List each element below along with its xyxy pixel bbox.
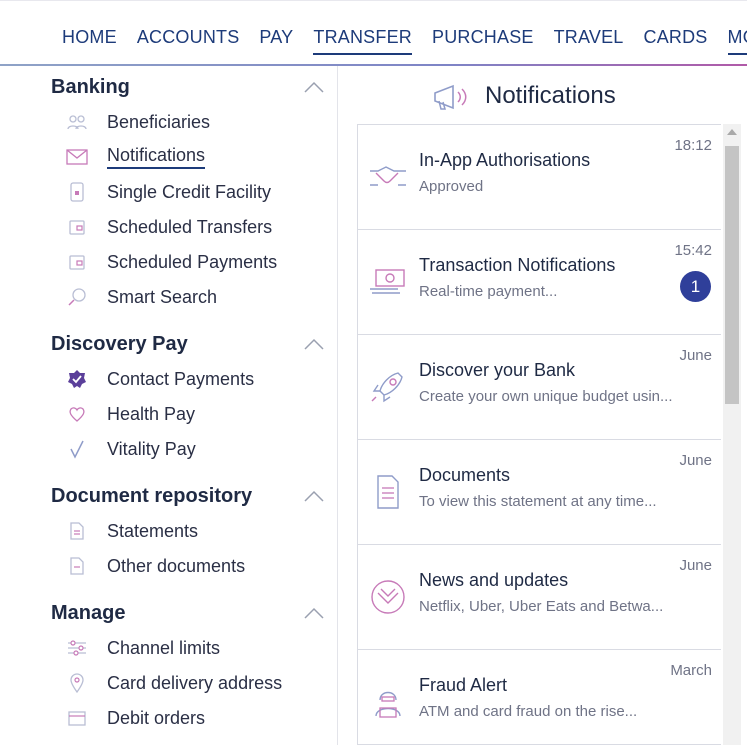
nav-bar: HOME ACCOUNTS PAY TRANSFER PURCHASE TRAV… [62, 27, 747, 55]
document-icon [64, 555, 90, 577]
sidebar-item-label: Other documents [107, 555, 246, 576]
sidebar-item-debit-orders[interactable]: Debit orders [64, 704, 205, 732]
sidebar-item-label: Health Pay [107, 403, 196, 424]
sidebar-item-label: Vitality Pay [107, 438, 196, 459]
sidebar-item-card-delivery-address[interactable]: Card delivery address [64, 669, 282, 697]
notification-title: Transaction Notifications [419, 255, 616, 275]
notification-time: March [670, 662, 712, 679]
nav-purchase[interactable]: PURCHASE [432, 27, 534, 54]
notification-subtitle: Create your own unique budget usin... [419, 388, 673, 405]
notification-title: Fraud Alert [419, 675, 508, 695]
notification-subtitle: Approved [419, 178, 484, 195]
notification-time: June [679, 557, 712, 574]
top-navigation: HOME ACCOUNTS PAY TRANSFER PURCHASE TRAV… [0, 0, 747, 66]
section-title-manage: Manage [51, 602, 126, 624]
notifications-panel: Notifications In-App Authorisations Appr… [339, 66, 747, 745]
chevron-up-icon[interactable] [304, 607, 324, 619]
document-icon [377, 475, 399, 509]
notification-subtitle: ATM and card fraud on the rise... [419, 703, 638, 720]
notification-card-news-and-updates[interactable]: News and updates Netflix, Uber, Uber Eat… [358, 545, 721, 650]
wallet-icon [64, 251, 90, 273]
sidebar-item-single-credit-facility[interactable]: Single Credit Facility [64, 178, 271, 206]
unread-count-badge: 1 [680, 271, 711, 302]
sidebar-item-label: Statements [107, 520, 199, 541]
sidebar-item-label: Beneficiaries [107, 111, 211, 132]
sidebar-item-channel-limits[interactable]: Channel limits [64, 634, 220, 662]
sidebar-item-vitality-pay[interactable]: Vitality Pay [64, 435, 196, 463]
sidebar-item-label: Channel limits [107, 637, 221, 658]
notification-time: 18:12 [674, 137, 712, 154]
notification-card-fraud-alert[interactable]: Fraud Alert ATM and card fraud on the ri… [358, 650, 721, 744]
notification-list: In-App Authorisations Approved 18:12 Tra… [357, 124, 721, 745]
megaphone-icon [434, 84, 467, 110]
nav-travel[interactable]: TRAVEL [554, 27, 624, 54]
vitality-check-icon [64, 438, 90, 460]
notification-card-in-app-authorisations[interactable]: In-App Authorisations Approved 18:12 [358, 125, 721, 230]
sidebar-item-label: Card delivery address [107, 672, 283, 693]
badge-check-icon [64, 368, 90, 390]
chevron-up-icon[interactable] [304, 81, 324, 93]
statement-icon [64, 520, 90, 542]
nav-cards[interactable]: CARDS [644, 27, 708, 54]
wallet-icon [64, 216, 90, 238]
notification-time: June [679, 452, 712, 469]
nav-transfer[interactable]: TRANSFER [313, 27, 412, 55]
sidebar-item-label: Scheduled Payments [107, 251, 278, 272]
notification-title: Discover your Bank [419, 360, 576, 380]
chevron-up-icon[interactable] [304, 338, 324, 350]
sidebar-item-label: Debit orders [107, 707, 206, 728]
scroll-up-arrow-icon[interactable] [727, 129, 737, 135]
section-title-banking: Banking [51, 76, 130, 98]
sidebar-item-label: Notifications [107, 145, 206, 169]
section-title-document-repository: Document repository [51, 485, 253, 507]
notification-subtitle: Real-time payment... [419, 283, 558, 300]
sidebar-item-beneficiaries[interactable]: Beneficiaries [64, 108, 210, 136]
heart-icon [64, 403, 90, 425]
sidebar-item-contact-payments[interactable]: Contact Payments [64, 365, 254, 393]
notification-title: Documents [419, 465, 511, 485]
notification-subtitle: To view this statement at any time... [419, 493, 657, 510]
rocket-icon [371, 372, 403, 403]
search-icon [64, 286, 90, 308]
sidebar-item-smart-search[interactable]: Smart Search [64, 283, 217, 311]
sidebar-item-statements[interactable]: Statements [64, 517, 198, 545]
nav-pay[interactable]: PAY [259, 27, 293, 54]
envelope-icon [64, 146, 90, 168]
credit-card-icon [64, 181, 90, 203]
nav-more[interactable]: MORE [727, 27, 747, 55]
handshake-icon [370, 166, 406, 186]
sidebar-item-other-documents[interactable]: Other documents [64, 552, 245, 580]
nav-accounts[interactable]: ACCOUNTS [137, 27, 240, 54]
location-pin-icon [64, 672, 90, 694]
notification-card-transaction-notifications[interactable]: Transaction Notifications Real-time paym… [358, 230, 721, 335]
money-icon [370, 269, 405, 294]
chevron-up-icon[interactable] [304, 490, 324, 502]
sidebar-item-label: Contact Payments [107, 368, 255, 389]
calendar-icon [64, 707, 90, 729]
notification-time: June [679, 347, 712, 364]
sidebar-item-label: Smart Search [107, 286, 218, 307]
sliders-icon [64, 637, 90, 659]
diamond-logo-icon [371, 580, 405, 614]
page-title: Notifications [485, 82, 616, 109]
sidebar-item-scheduled-transfers[interactable]: Scheduled Transfers [64, 213, 272, 241]
section-title-discovery-pay: Discovery Pay [51, 333, 188, 355]
notification-card-discover-your-bank[interactable]: Discover your Bank Create your own uniqu… [358, 335, 721, 440]
notification-title: News and updates [419, 570, 569, 590]
sidebar-item-label: Scheduled Transfers [107, 216, 273, 237]
notification-time: 15:42 [674, 242, 712, 259]
people-icon [64, 111, 90, 133]
notification-card-documents[interactable]: Documents To view this statement at any … [358, 440, 721, 545]
sidebar-item-notifications[interactable]: Notifications [64, 143, 206, 171]
sidebar: Banking Beneficiaries Notifications Sing… [0, 66, 338, 745]
notification-title: In-App Authorisations [419, 150, 591, 170]
scrollbar-thumb[interactable] [725, 146, 739, 404]
sidebar-item-health-pay[interactable]: Health Pay [64, 400, 195, 428]
hacker-icon [375, 691, 401, 718]
nav-home[interactable]: HOME [62, 27, 117, 54]
sidebar-item-scheduled-payments[interactable]: Scheduled Payments [64, 248, 277, 276]
notification-subtitle: Netflix, Uber, Uber Eats and Betwa... [419, 598, 664, 615]
scrollbar[interactable] [723, 124, 741, 745]
sidebar-item-label: Single Credit Facility [107, 181, 272, 202]
